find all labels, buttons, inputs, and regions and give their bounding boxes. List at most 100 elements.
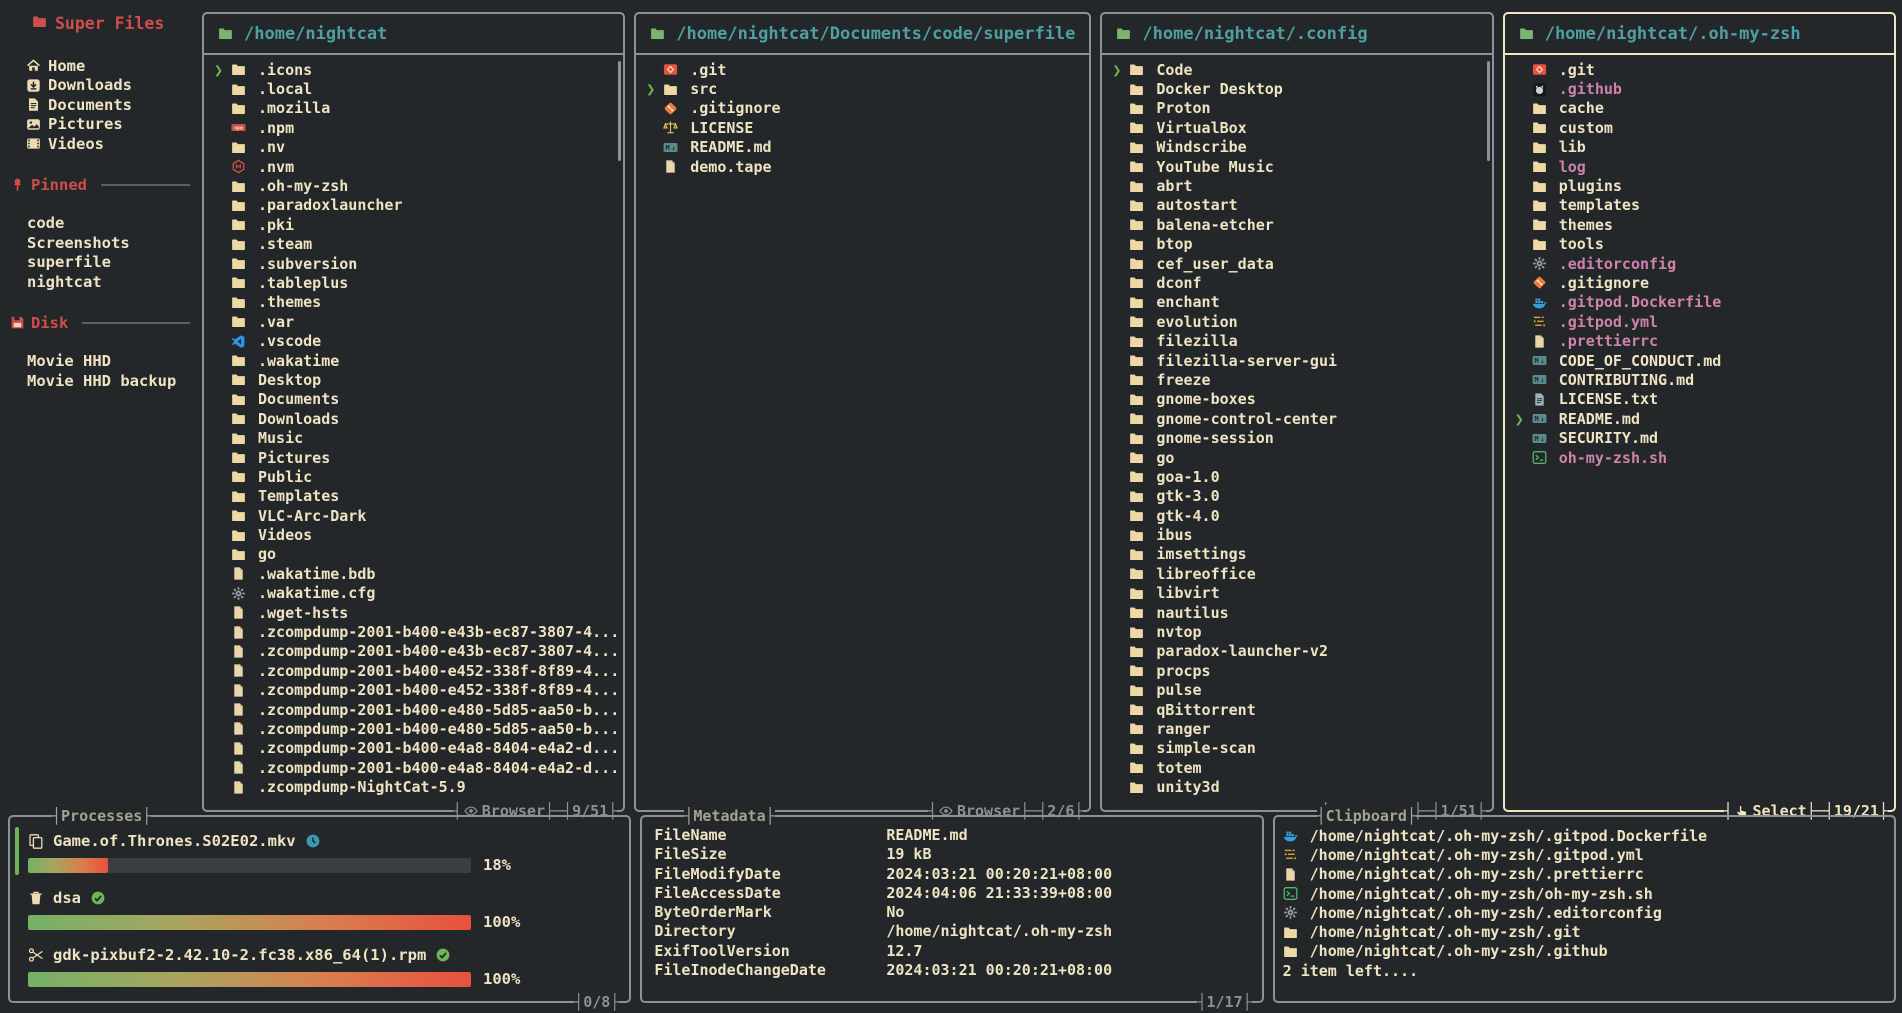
file-row[interactable]: goa-1.0 [1112,467,1487,486]
clipboard-item[interactable]: /home/nightcat/.oh-my-zsh/.prettierrc [1283,865,1886,884]
panel-scrollbar[interactable] [618,61,621,161]
file-row[interactable]: Videos [214,525,619,544]
sidebar-item-home[interactable]: Home [0,56,196,76]
file-row[interactable]: autostart [1112,196,1487,215]
file-row[interactable]: abrt [1112,176,1487,195]
file-row[interactable]: filezilla [1112,331,1487,350]
file-row[interactable]: ❯ src [646,79,1085,98]
file-row[interactable]: .nvm [214,157,619,176]
file-row[interactable]: cef_user_data [1112,254,1487,273]
file-row[interactable]: evolution [1112,312,1487,331]
file-row[interactable]: .themes [214,293,619,312]
file-row[interactable]: ❯ Code [1112,60,1487,79]
file-row[interactable]: unity3d [1112,777,1487,796]
file-row[interactable]: .zcompdump-NightCat-5.9 [214,777,619,796]
sidebar-item-videos[interactable]: Videos [0,134,196,154]
file-row[interactable]: .gitpod.Dockerfile [1515,293,1890,312]
file-row[interactable]: themes [1515,215,1890,234]
file-row[interactable]: .zcompdump-2001-b400-e43b-ec87-3807-4... [214,622,619,641]
file-row[interactable]: Documents [214,390,619,409]
process-item[interactable]: Game.of.Thrones.S02E02.mkv 18% [28,829,617,875]
file-row[interactable]: .wget-hsts [214,603,619,622]
file-row[interactable]: go [1112,448,1487,467]
file-row[interactable]: plugins [1515,176,1890,195]
file-row[interactable]: btop [1112,235,1487,254]
file-row[interactable]: .wakatime.cfg [214,584,619,603]
file-row[interactable]: custom [1515,118,1890,137]
file-row[interactable]: .oh-my-zsh [214,176,619,195]
panel-path-bar[interactable]: /home/nightcat/.oh-my-zsh [1505,14,1894,55]
sidebar-item-nightcat[interactable]: nightcat [0,272,196,292]
file-row[interactable]: nvtop [1112,622,1487,641]
file-row[interactable]: Templates [214,487,619,506]
file-row[interactable]: lib [1515,138,1890,157]
clipboard-item[interactable]: /home/nightcat/.oh-my-zsh/.git [1283,922,1886,941]
file-row[interactable]: .subversion [214,254,619,273]
file-row[interactable]: gnome-boxes [1112,390,1487,409]
file-row[interactable]: .zcompdump-2001-b400-e4a8-8404-e4a2-d... [214,758,619,777]
file-row[interactable]: .gitignore [646,99,1085,118]
panel-path-bar[interactable]: /home/nightcat/.config [1102,14,1491,55]
file-row[interactable]: .github [1515,79,1890,98]
file-row[interactable]: M↓ CONTRIBUTING.md [1515,370,1890,389]
processes-scroll-indicator[interactable] [15,827,19,875]
file-row[interactable]: imsettings [1112,545,1487,564]
file-row[interactable]: LICENSE.txt [1515,390,1890,409]
file-row[interactable]: Desktop [214,370,619,389]
file-row[interactable]: .zcompdump-2001-b400-e4a8-8404-e4a2-d... [214,739,619,758]
file-row[interactable]: .zcompdump-2001-b400-e480-5d85-aa50-b... [214,719,619,738]
file-row[interactable]: .pki [214,215,619,234]
file-row[interactable]: go [214,545,619,564]
file-row[interactable]: Public [214,467,619,486]
file-row[interactable]: LICENSE [646,118,1085,137]
panel-path-bar[interactable]: /home/nightcat/Documents/code/superfile [636,14,1089,55]
sidebar-item-screenshots[interactable]: Screenshots [0,233,196,253]
file-row[interactable]: tools [1515,235,1890,254]
file-row[interactable]: VirtualBox [1112,118,1487,137]
file-row[interactable]: .gitpod.yml [1515,312,1890,331]
file-row[interactable]: procps [1112,661,1487,680]
file-row[interactable]: .tableplus [214,273,619,292]
file-row[interactable]: .zcompdump-2001-b400-e452-338f-8f89-4... [214,661,619,680]
file-row[interactable]: paradox-launcher-v2 [1112,642,1487,661]
file-row[interactable]: .prettierrc [1515,331,1890,350]
file-row[interactable]: .local [214,79,619,98]
file-row[interactable]: gnome-session [1112,428,1487,447]
file-row[interactable]: log [1515,157,1890,176]
file-row[interactable]: .zcompdump-2001-b400-e43b-ec87-3807-4... [214,642,619,661]
file-row[interactable]: .git [646,60,1085,79]
file-row[interactable]: .zcompdump-2001-b400-e480-5d85-aa50-b... [214,700,619,719]
file-row[interactable]: Music [214,428,619,447]
file-row[interactable]: npm .npm [214,118,619,137]
file-row[interactable]: totem [1112,758,1487,777]
file-row[interactable]: .mozilla [214,99,619,118]
file-row[interactable]: filezilla-server-gui [1112,351,1487,370]
file-row[interactable]: ❯ M↓ README.md [1515,409,1890,428]
file-row[interactable]: YouTube Music [1112,157,1487,176]
file-row[interactable]: M↓ SECURITY.md [1515,428,1890,447]
file-row[interactable]: Windscribe [1112,138,1487,157]
file-row[interactable]: oh-my-zsh.sh [1515,448,1890,467]
file-row[interactable]: .nv [214,138,619,157]
file-row[interactable]: libvirt [1112,584,1487,603]
file-row[interactable]: ❯ .icons [214,60,619,79]
file-row[interactable]: .steam [214,235,619,254]
file-row[interactable]: .editorconfig [1515,254,1890,273]
file-row[interactable]: pulse [1112,681,1487,700]
sidebar-item-pictures[interactable]: Pictures [0,115,196,135]
file-row[interactable]: freeze [1112,370,1487,389]
file-row[interactable]: Docker Desktop [1112,79,1487,98]
clipboard-item[interactable]: /home/nightcat/.oh-my-zsh/.gitpod.yml [1283,845,1886,864]
file-row[interactable]: M↓ CODE_OF_CONDUCT.md [1515,351,1890,370]
file-row[interactable]: balena-etcher [1112,215,1487,234]
file-row[interactable]: templates [1515,196,1890,215]
file-row[interactable]: .var [214,312,619,331]
clipboard-item[interactable]: /home/nightcat/.oh-my-zsh/.github [1283,942,1886,961]
file-row[interactable]: .zcompdump-2001-b400-e452-338f-8f89-4... [214,681,619,700]
process-item[interactable]: dsa 100% [28,886,617,932]
file-row[interactable]: Pictures [214,448,619,467]
file-row[interactable]: nautilus [1112,603,1487,622]
sidebar-item-documents[interactable]: Documents [0,95,196,115]
file-row[interactable]: libreoffice [1112,564,1487,583]
panel-path-bar[interactable]: /home/nightcat [204,14,623,55]
